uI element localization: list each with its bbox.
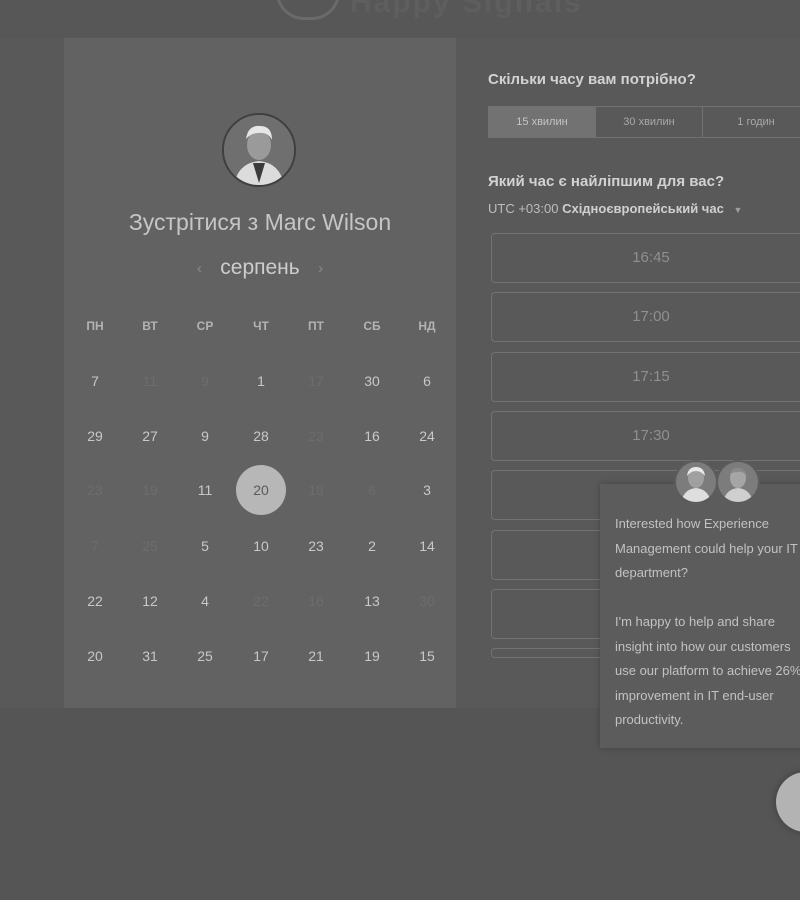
calendar-day[interactable]: 24 bbox=[403, 412, 451, 460]
duration-question: Скільки часу вам потрібно? bbox=[488, 71, 696, 88]
timezone-offset: UTC +03:00 bbox=[488, 201, 559, 216]
weekday-label: СБ bbox=[363, 319, 381, 333]
time-slot-button[interactable]: 17:00 bbox=[491, 292, 800, 342]
agent-avatar bbox=[716, 460, 760, 504]
duration-selector: 15 хвилин 30 хвилин 1 годин bbox=[488, 106, 800, 138]
calendar-day[interactable]: 11 bbox=[181, 466, 229, 514]
calendar-day: 6 bbox=[368, 482, 376, 498]
calendar-day: 17 bbox=[308, 373, 324, 389]
calendar-day: 25 bbox=[142, 538, 158, 554]
calendar-day[interactable]: 30 bbox=[348, 357, 396, 405]
calendar-day: 30 bbox=[419, 593, 435, 609]
calendar-day[interactable]: 6 bbox=[403, 357, 451, 405]
prev-month-chevron-icon[interactable]: ‹ bbox=[183, 260, 216, 277]
next-month-chevron-icon[interactable]: › bbox=[304, 260, 337, 277]
calendar-day: 18 bbox=[308, 482, 324, 498]
calendar-day[interactable]: 9 bbox=[181, 412, 229, 460]
calendar-day[interactable]: 1 bbox=[237, 357, 285, 405]
host-avatar bbox=[222, 113, 296, 187]
calendar-day: 16 bbox=[308, 593, 324, 609]
calendar-day[interactable]: 3 bbox=[403, 466, 451, 514]
calendar-day[interactable]: 31 bbox=[126, 632, 174, 680]
calendar-day: 9 bbox=[201, 373, 209, 389]
chat-launcher-button[interactable] bbox=[776, 772, 800, 832]
calendar-day[interactable]: 17 bbox=[237, 632, 285, 680]
time-question: Який час є найліпшим для вас? bbox=[488, 173, 725, 190]
time-slot-button[interactable]: 17:30 bbox=[491, 411, 800, 461]
calendar-day[interactable]: 21 bbox=[292, 632, 340, 680]
calendar-day: 22 bbox=[253, 593, 269, 609]
calendar-day: 23 bbox=[308, 428, 324, 444]
month-label: серпень bbox=[220, 256, 300, 279]
calendar-day[interactable]: 15 bbox=[403, 632, 451, 680]
agent-avatar bbox=[674, 460, 718, 504]
calendar-day[interactable]: 14 bbox=[403, 522, 451, 570]
calendar-day[interactable]: 23 bbox=[292, 522, 340, 570]
calendar-day[interactable]: 2 bbox=[348, 522, 396, 570]
calendar-day[interactable]: 4 bbox=[181, 577, 229, 625]
caret-down-icon: ▼ bbox=[733, 205, 743, 215]
calendar-day: 7 bbox=[91, 538, 99, 554]
weekday-label: ЧТ bbox=[253, 319, 269, 333]
timezone-selector[interactable]: UTC +03:00 Східноєвропейський час ▼ bbox=[488, 201, 742, 216]
calendar-day[interactable]: 27 bbox=[126, 412, 174, 460]
calendar-day[interactable]: 25 bbox=[181, 632, 229, 680]
weekday-label: НД bbox=[418, 319, 436, 333]
calendar-day[interactable]: 20 bbox=[71, 632, 119, 680]
calendar-day[interactable]: 13 bbox=[348, 577, 396, 625]
logo-bubble-icon bbox=[276, 0, 340, 20]
calendar-day[interactable]: 12 bbox=[126, 577, 174, 625]
calendar-day[interactable]: 7 bbox=[71, 357, 119, 405]
top-bar: Happy Signals bbox=[0, 0, 800, 38]
meet-title: Зустрітися з Marc Wilson bbox=[128, 209, 392, 235]
calendar-day[interactable]: 16 bbox=[348, 412, 396, 460]
logo: Happy Signals bbox=[350, 0, 583, 19]
time-slot-button[interactable]: 17:15 bbox=[491, 352, 800, 402]
month-navigation: ‹ серпень › bbox=[64, 256, 456, 280]
calendar-day[interactable]: 10 bbox=[237, 522, 285, 570]
chat-message: Interested how Experience Management cou… bbox=[615, 516, 800, 727]
calendar-day: 19 bbox=[142, 482, 158, 498]
calendar-day: 11 bbox=[142, 373, 158, 389]
weekday-label: ПТ bbox=[308, 319, 324, 333]
selected-calendar-day[interactable]: 20 bbox=[236, 465, 286, 515]
weekday-label: ВТ bbox=[142, 319, 158, 333]
weekday-label: СР bbox=[196, 319, 214, 333]
calendar-day[interactable]: 28 bbox=[237, 412, 285, 460]
calendar-day[interactable]: 5 bbox=[181, 522, 229, 570]
calendar-day: 23 bbox=[87, 482, 103, 498]
calendar-day[interactable]: 29 bbox=[71, 412, 119, 460]
timezone-name: Східноєвропейський час bbox=[562, 201, 724, 216]
time-slot-button[interactable]: 16:45 bbox=[491, 233, 800, 283]
duration-option-60[interactable]: 1 годин bbox=[703, 107, 800, 137]
duration-option-30[interactable]: 30 хвилин bbox=[596, 107, 703, 137]
weekday-label: ПН bbox=[86, 319, 104, 333]
calendar-day[interactable]: 22 bbox=[71, 577, 119, 625]
duration-option-15[interactable]: 15 хвилин bbox=[489, 107, 596, 137]
calendar-day[interactable]: 19 bbox=[348, 632, 396, 680]
